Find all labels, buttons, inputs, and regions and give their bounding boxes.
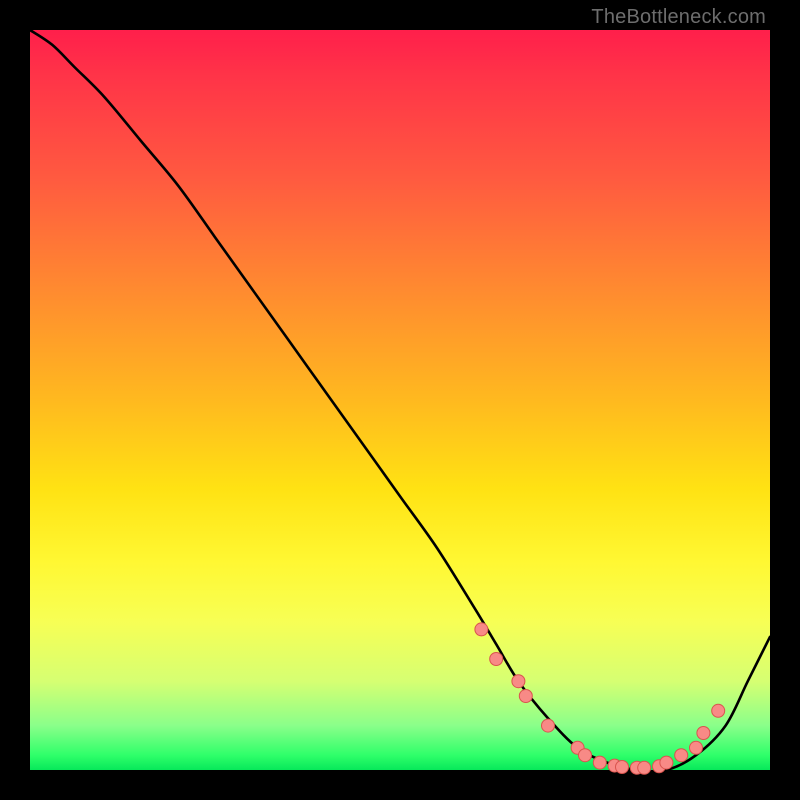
highlight-dot [593,756,606,769]
highlight-dots-group [475,623,725,774]
highlight-dot [475,623,488,636]
highlight-dot [579,749,592,762]
highlight-dot [697,727,710,740]
highlight-dot [712,704,725,717]
highlight-dot [512,675,525,688]
highlight-dot [660,756,673,769]
bottleneck-curve [30,30,770,771]
watermark-text: TheBottleneck.com [591,6,766,29]
chart-frame: TheBottleneck.com [0,0,800,800]
highlight-dot [616,761,629,774]
highlight-dot [638,761,651,774]
highlight-dot [519,690,532,703]
highlight-dot [490,653,503,666]
gradient-plot-area [30,30,770,770]
curve-layer [30,30,770,770]
highlight-dot [542,719,555,732]
highlight-dot [675,749,688,762]
highlight-dot [690,741,703,754]
